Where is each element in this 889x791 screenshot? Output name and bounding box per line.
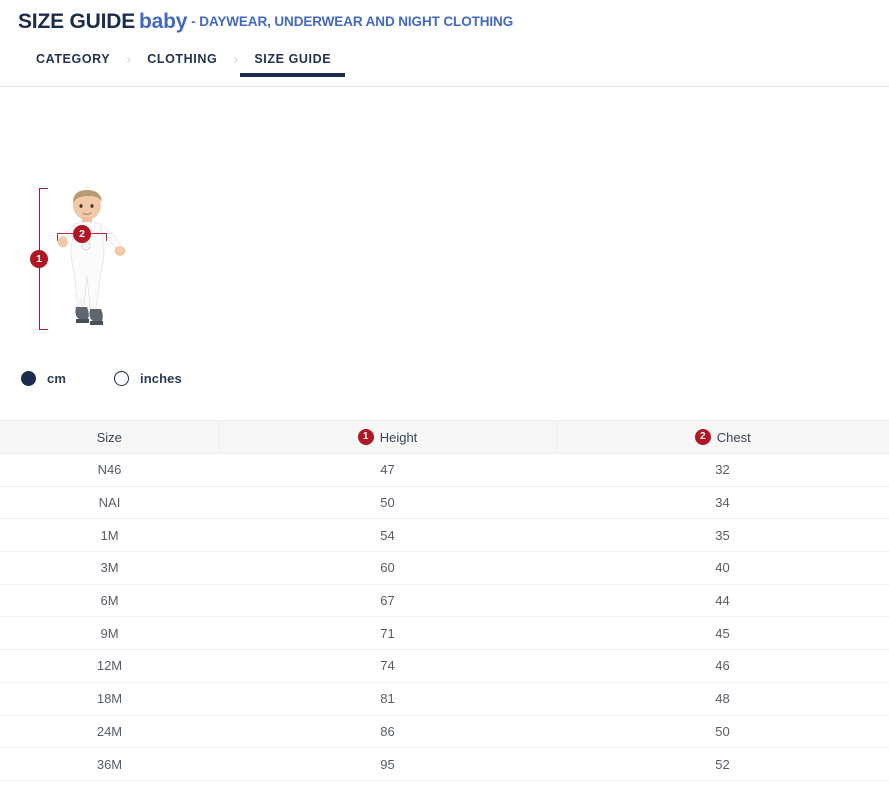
table-row: 12M 74 46 xyxy=(0,650,889,683)
cell-height: 50 xyxy=(219,486,556,519)
chevron-right-icon: › xyxy=(231,52,240,67)
table-header-row: Size 1 Height 2 Chest xyxy=(0,421,889,454)
column-header-chest-label: Chest xyxy=(717,430,751,445)
cell-height: 54 xyxy=(219,519,556,552)
cell-height: 67 xyxy=(219,584,556,617)
marker-1-height: 1 xyxy=(30,250,48,268)
cell-size: N46 xyxy=(0,454,219,487)
cell-chest: 50 xyxy=(556,715,889,748)
table-row: 9M 71 45 xyxy=(0,617,889,650)
cell-size: 6M xyxy=(0,584,219,617)
column-header-size: Size xyxy=(0,421,219,454)
cell-chest: 44 xyxy=(556,584,889,617)
cell-size: 24M xyxy=(0,715,219,748)
table-header: Size 1 Height 2 Chest xyxy=(0,421,889,454)
cell-size: 36M xyxy=(0,748,219,781)
cell-height: 86 xyxy=(219,715,556,748)
unit-option-inches[interactable]: inches xyxy=(114,371,182,386)
cell-height: 47 xyxy=(219,454,556,487)
marker-2-chest: 2 xyxy=(73,225,91,243)
cell-size: 18M xyxy=(0,682,219,715)
baby-illustration xyxy=(52,188,132,338)
cell-size: 3M xyxy=(0,552,219,585)
table-row: N46 47 32 xyxy=(0,454,889,487)
column-header-size-label: Size xyxy=(97,430,122,445)
page-title-description: - DAYWEAR, UNDERWEAR AND NIGHT CLOTHING xyxy=(191,14,513,29)
cell-chest: 46 xyxy=(556,650,889,683)
table-row: 3M 60 40 xyxy=(0,552,889,585)
column-header-height: 1 Height xyxy=(219,421,556,454)
breadcrumb: CATEGORY › CLOTHING › SIZE GUIDE xyxy=(0,52,889,87)
unit-label-inches: inches xyxy=(140,371,182,386)
table-body: N46 47 32 NAI 50 34 1M 54 35 3M 60 40 6M… xyxy=(0,454,889,781)
table-row: NAI 50 34 xyxy=(0,486,889,519)
breadcrumb-item-category[interactable]: CATEGORY xyxy=(36,52,124,76)
table-row: 36M 95 52 xyxy=(0,748,889,781)
breadcrumb-item-size-guide[interactable]: SIZE GUIDE xyxy=(240,52,345,76)
table-row: 1M 54 35 xyxy=(0,519,889,552)
unit-label-cm: cm xyxy=(47,371,66,386)
cell-height: 74 xyxy=(219,650,556,683)
cell-size: NAI xyxy=(0,486,219,519)
cell-chest: 32 xyxy=(556,454,889,487)
unit-option-cm[interactable]: cm xyxy=(21,371,66,386)
cell-height: 71 xyxy=(219,617,556,650)
cell-height: 81 xyxy=(219,682,556,715)
cell-chest: 40 xyxy=(556,552,889,585)
cell-height: 60 xyxy=(219,552,556,585)
column-header-chest: 2 Chest xyxy=(556,421,889,454)
badge-1-icon: 1 xyxy=(358,429,374,445)
page-title-main: SIZE GUIDE xyxy=(18,10,135,33)
badge-2-icon: 2 xyxy=(695,429,711,445)
cell-size: 12M xyxy=(0,650,219,683)
cell-chest: 35 xyxy=(556,519,889,552)
page-title-highlight: baby xyxy=(139,10,187,33)
cell-height: 95 xyxy=(219,748,556,781)
radio-inches-icon[interactable] xyxy=(114,371,129,386)
unit-selector: cm inches xyxy=(0,367,889,389)
page-title: SIZE GUIDEbaby - DAYWEAR, UNDERWEAR AND N… xyxy=(0,0,889,32)
radio-cm-icon[interactable] xyxy=(21,371,36,386)
measurement-figure: 1 2 xyxy=(0,182,889,367)
size-guide-table: Size 1 Height 2 Chest N46 47 32 xyxy=(0,420,889,781)
table-row: 24M 86 50 xyxy=(0,715,889,748)
table-row: 18M 81 48 xyxy=(0,682,889,715)
chevron-right-icon: › xyxy=(124,52,133,67)
cell-chest: 45 xyxy=(556,617,889,650)
cell-chest: 34 xyxy=(556,486,889,519)
cell-chest: 52 xyxy=(556,748,889,781)
breadcrumb-item-clothing[interactable]: CLOTHING xyxy=(133,52,231,76)
cell-size: 9M xyxy=(0,617,219,650)
table-row: 6M 67 44 xyxy=(0,584,889,617)
column-header-height-label: Height xyxy=(380,430,418,445)
cell-size: 1M xyxy=(0,519,219,552)
cell-chest: 48 xyxy=(556,682,889,715)
